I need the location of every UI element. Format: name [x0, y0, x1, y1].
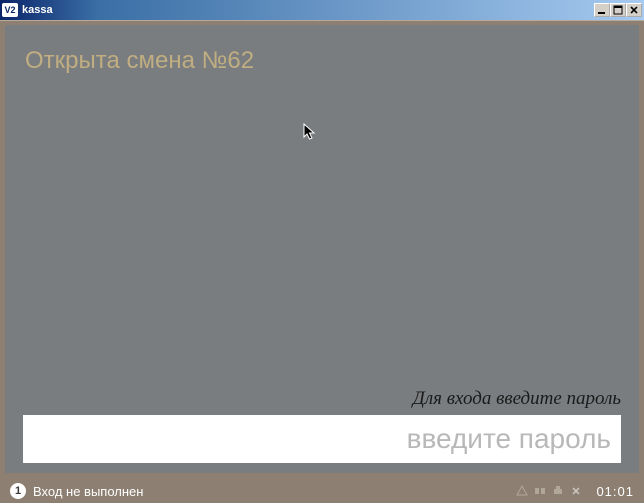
printer-icon [552, 485, 564, 497]
window-controls [594, 3, 642, 17]
cursor-icon [303, 123, 317, 144]
login-prompt: Для входа введите пароль [23, 388, 621, 410]
close-button[interactable] [626, 3, 642, 17]
window-title: kassa [22, 4, 53, 16]
pos-number-badge: 1 [10, 483, 26, 499]
device-icon [534, 485, 546, 497]
login-area: Для входа введите пароль [23, 388, 621, 463]
status-bar: 1 Вход не выполнен 01:01 [0, 479, 644, 503]
app-window: V2 kassa Открыта смена №62 Для входа вв [0, 0, 644, 503]
app-icon: V2 [2, 3, 18, 17]
maximize-button[interactable] [610, 3, 626, 17]
minimize-button[interactable] [594, 3, 610, 17]
title-bar: V2 kassa [0, 0, 644, 20]
status-text: Вход не выполнен [33, 484, 143, 499]
network-icon [570, 485, 582, 497]
warning-icon [516, 485, 528, 497]
clock: 01:01 [596, 484, 634, 499]
password-input[interactable] [23, 415, 621, 463]
main-content: Открыта смена №62 Для входа введите паро… [0, 25, 644, 473]
status-icons [516, 485, 582, 497]
shift-title: Открыта смена №62 [25, 47, 254, 75]
